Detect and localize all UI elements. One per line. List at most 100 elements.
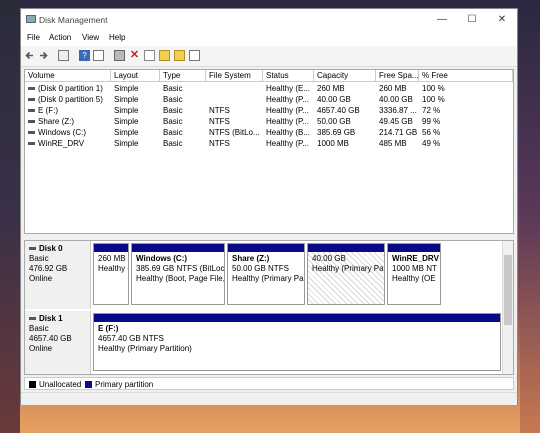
volume-cell: Healthy (P... (263, 138, 314, 149)
volume-cell-text: 40.00 GB (317, 95, 351, 104)
volume-cell: NTFS (206, 138, 263, 149)
toolbar: ? ✕ (21, 46, 517, 67)
menu-action[interactable]: Action (49, 33, 71, 42)
volume-cell-text: 100 % (422, 84, 445, 93)
volume-cell: Healthy (B... (263, 127, 314, 138)
partition-status: Healthy (Boot, Page File, (136, 274, 225, 283)
column-header-capacity[interactable]: Capacity (314, 70, 376, 82)
volume-icon (28, 120, 35, 124)
disk-name: Disk 0 (39, 244, 63, 253)
volume-cell-text: Basic (163, 128, 183, 137)
properties-icon[interactable] (93, 50, 104, 61)
volume-row[interactable]: (Disk 0 partition 5) Simple Basic Healthy (… (25, 94, 513, 105)
disk-type: Basic (29, 254, 49, 263)
partition-bar (94, 314, 500, 322)
volume-cell: Healthy (E... (263, 83, 314, 94)
partition-disk0-1[interactable]: 260 MB Healthy ( (93, 243, 129, 305)
partition-status: Healthy (Primary Partition) (98, 344, 192, 353)
volume-cell-text: 100 % (422, 95, 445, 104)
volume-row[interactable]: E (F:) Simple Basic NTFS Healthy (P... 4657.4… (25, 105, 513, 116)
partition-size: 50.00 GB NTFS (232, 264, 289, 273)
menu-help[interactable]: Help (109, 33, 125, 42)
menu-bar: File Action View Help (21, 31, 517, 46)
volume-cell: 40.00 GB (314, 94, 376, 105)
new-folder-icon[interactable] (159, 50, 170, 61)
column-header-layout[interactable]: Layout (111, 70, 160, 82)
volume-cell: 4657.40 GB (314, 105, 376, 116)
back-icon[interactable] (24, 50, 35, 61)
partition-winre-drv[interactable]: WinRE_DRV 1000 MB NT Healthy (OE (387, 243, 441, 305)
volume-cell-text: Basic (163, 117, 183, 126)
volume-cell-text: 99 % (422, 117, 441, 126)
volume-cell-text: Simple (114, 139, 139, 148)
disk-0-label[interactable]: Disk 0 Basic 476.92 GB Online (25, 241, 91, 309)
volume-cell-text: Simple (114, 128, 139, 137)
volume-cell: 72 % (419, 105, 513, 116)
minimize-button[interactable]: — (429, 12, 455, 28)
menu-view[interactable]: View (82, 33, 99, 42)
volume-row[interactable]: Share (Z:) Simple Basic NTFS Healthy (P... 50… (25, 116, 513, 127)
volume-cell: NTFS (206, 105, 263, 116)
disk-size: 476.92 GB (29, 264, 68, 273)
check-icon[interactable] (144, 50, 155, 61)
close-button[interactable]: ✕ (489, 12, 515, 28)
menu-file[interactable]: File (27, 33, 40, 42)
volume-cell: Simple (111, 138, 160, 149)
column-header-free-space[interactable]: Free Spa... (376, 70, 419, 82)
volume-cell: 214.71 GB (376, 127, 419, 138)
partition-name: Share (Z:) (232, 254, 270, 263)
partition-share-z[interactable]: Share (Z:) 50.00 GB NTFS Healthy (Primary … (227, 243, 305, 305)
vertical-scrollbar[interactable] (502, 241, 513, 374)
volume-cell-text: NTFS (209, 117, 230, 126)
volume-cell-text: 260 MB (379, 84, 407, 93)
volume-cell: Windows (C:) (25, 127, 111, 138)
delete-icon[interactable]: ✕ (129, 50, 140, 61)
partition-size: 40.00 GB (312, 254, 346, 263)
volume-cell-text: 4657.40 GB (317, 106, 360, 115)
disk-size: 4657.40 GB (29, 334, 72, 343)
connect-icon[interactable] (114, 50, 125, 61)
volume-cell: Basic (160, 116, 206, 127)
forward-icon[interactable] (38, 50, 49, 61)
partition-e-f[interactable]: E (F:) 4657.40 GB NTFS Healthy (Primary Pa… (93, 313, 501, 371)
volume-cell-text: 40.00 GB (379, 95, 413, 104)
volume-row[interactable]: (Disk 0 partition 1) Simple Basic Healthy (… (25, 83, 513, 94)
volume-row[interactable]: WinRE_DRV Simple Basic NTFS Healthy (P... 100… (25, 138, 513, 149)
disk-type: Basic (29, 324, 49, 333)
volume-cell: NTFS (206, 116, 263, 127)
title-bar[interactable]: Disk Management — ☐ ✕ (21, 9, 517, 31)
volume-cell-text: WinRE_DRV (38, 139, 85, 148)
volume-cell-text: Simple (114, 117, 139, 126)
column-header-percent-free[interactable]: % Free (419, 70, 513, 82)
partition-name: E (F:) (98, 324, 119, 333)
volume-cell-text: (Disk 0 partition 1) (38, 84, 103, 93)
partition-size: 260 MB (98, 254, 126, 263)
view-icon[interactable] (189, 50, 200, 61)
volume-row[interactable]: Windows (C:) Simple Basic NTFS (BitLo... Hea… (25, 127, 513, 138)
volume-cell: (Disk 0 partition 5) (25, 94, 111, 105)
volume-cell-text: Healthy (P... (266, 117, 309, 126)
legend-primary-swatch (85, 381, 92, 388)
disk-1-label[interactable]: Disk 1 Basic 4657.40 GB Online (25, 311, 91, 374)
volume-cell-text: 49.45 GB (379, 117, 413, 126)
column-header-status[interactable]: Status (263, 70, 314, 82)
maximize-button[interactable]: ☐ (459, 12, 485, 28)
column-header-type[interactable]: Type (160, 70, 206, 82)
column-header-file-system[interactable]: File System (206, 70, 263, 82)
volume-cell: WinRE_DRV (25, 138, 111, 149)
console-tree-icon[interactable] (58, 50, 69, 61)
disk-name: Disk 1 (39, 314, 63, 323)
partition-disk0-5[interactable]: 40.00 GB Healthy (Primary Pa (307, 243, 385, 305)
disk-graphical-view: Disk 0 Basic 476.92 GB Online 260 MB Heal… (24, 240, 514, 375)
help-icon[interactable]: ? (79, 50, 90, 61)
volume-cell-text: 49 % (422, 139, 441, 148)
scrollbar-thumb[interactable] (504, 255, 512, 325)
column-header-volume[interactable]: Volume (25, 70, 111, 82)
volume-icon (28, 131, 35, 135)
partition-windows-c[interactable]: Windows (C:) 385.69 GB NTFS (BitLock Healt… (131, 243, 225, 305)
open-icon[interactable] (174, 50, 185, 61)
partition-bar (388, 244, 440, 252)
volume-cell: 100 % (419, 94, 513, 105)
volume-cell: (Disk 0 partition 1) (25, 83, 111, 94)
volume-cell: 56 % (419, 127, 513, 138)
